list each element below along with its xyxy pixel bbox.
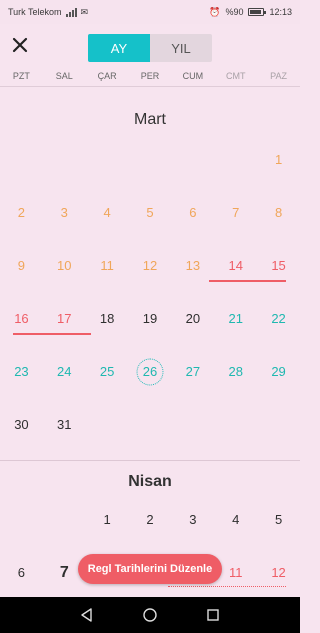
weekday-wed: ÇAR <box>97 71 117 81</box>
day-cell[interactable]: 18 <box>86 292 129 345</box>
edit-period-dates-button[interactable]: Regl Tarihlerini Düzenle <box>78 554 222 584</box>
day-cell[interactable]: 21 <box>214 292 257 345</box>
day-cell[interactable]: 3 <box>171 493 214 546</box>
status-bar: Turk Telekom ✉ ⏰ %90 12:13 <box>0 0 300 24</box>
day-cell[interactable]: 15 <box>257 239 300 292</box>
day-cell[interactable]: 16 <box>0 292 43 345</box>
day-cell[interactable]: 27 <box>171 345 214 398</box>
day-cell[interactable]: 14 <box>214 239 257 292</box>
day-cell[interactable]: 6 <box>171 186 214 239</box>
day-cell[interactable]: 22 <box>257 292 300 345</box>
month-view-button[interactable]: AY <box>88 34 150 62</box>
day-cell[interactable]: 9 <box>0 239 43 292</box>
today-ring <box>136 358 164 385</box>
home-icon[interactable] <box>140 605 160 625</box>
day-cell[interactable]: 13 <box>171 239 214 292</box>
day-cell[interactable]: 17 <box>43 292 86 345</box>
day-cell[interactable]: 5 <box>129 186 172 239</box>
day-cell[interactable]: 12 <box>257 546 300 597</box>
recents-icon[interactable] <box>203 605 223 625</box>
signal-icon <box>65 7 77 17</box>
mail-icon: ✉ <box>80 6 89 17</box>
top-bar: AY YIL <box>0 24 300 68</box>
day-cell-today[interactable]: 26 <box>129 345 172 398</box>
day-cell[interactable]: 4 <box>86 186 129 239</box>
weekday-fri: CUM <box>182 71 204 81</box>
day-cell[interactable]: 1 <box>257 133 300 186</box>
predicted-period-line <box>168 586 286 587</box>
day-cell[interactable]: 29 <box>257 345 300 398</box>
close-icon[interactable] <box>9 34 31 56</box>
month-title-april: Nisan <box>128 473 172 490</box>
battery-percent: %90 <box>225 7 244 17</box>
day-cell[interactable]: 4 <box>214 493 257 546</box>
day-cell[interactable]: 3 <box>43 186 86 239</box>
weekday-sun: PAZ <box>270 71 287 81</box>
day-cell[interactable]: 25 <box>86 345 129 398</box>
view-toggle: AY YIL <box>88 34 212 62</box>
day-cell[interactable]: 20 <box>171 292 214 345</box>
day-cell[interactable]: 2 <box>129 493 172 546</box>
day-cell[interactable]: 7 <box>214 186 257 239</box>
period-underline <box>13 333 91 335</box>
month-separator <box>0 460 300 461</box>
day-cell[interactable]: 6 <box>0 546 43 597</box>
weekday-sat: CMT <box>225 71 246 81</box>
day-cell[interactable]: 24 <box>43 345 86 398</box>
day-cell[interactable]: 11 <box>86 239 129 292</box>
clock: 12:13 <box>269 7 292 17</box>
day-cell[interactable]: 28 <box>214 345 257 398</box>
year-view-button[interactable]: YIL <box>150 34 212 62</box>
calendar-scroll[interactable]: Mart 1 2 3 4 5 6 7 8 9 10 11 12 13 14 15… <box>0 87 300 597</box>
day-cell[interactable]: 31 <box>43 398 86 451</box>
day-cell[interactable]: 8 <box>257 186 300 239</box>
weekday-header: PZT SAL ÇAR PER CUM CMT PAZ <box>0 68 300 86</box>
battery-icon <box>248 8 267 16</box>
day-cell[interactable]: 30 <box>0 398 43 451</box>
month-title-march: Mart <box>134 111 166 128</box>
day-cell[interactable]: 23 <box>0 345 43 398</box>
weekday-tue: SAL <box>55 71 73 81</box>
system-nav-bar <box>0 597 300 633</box>
carrier-label: Turk Telekom <box>8 7 62 17</box>
day-cell[interactable]: 2 <box>0 186 43 239</box>
day-cell[interactable]: 5 <box>257 493 300 546</box>
day-cell[interactable]: 12 <box>129 239 172 292</box>
period-underline <box>209 280 286 282</box>
march-grid: 1 2 3 4 5 6 7 8 9 10 11 12 13 14 15 16 1… <box>0 133 300 451</box>
day-cell[interactable]: 10 <box>43 239 86 292</box>
alarm-icon: ⏰ <box>209 6 221 17</box>
weekday-mon: PZT <box>12 71 30 81</box>
weekday-thu: PER <box>140 71 160 81</box>
day-cell[interactable]: 19 <box>129 292 172 345</box>
back-icon[interactable] <box>77 605 97 625</box>
day-cell[interactable]: 1 <box>86 493 129 546</box>
